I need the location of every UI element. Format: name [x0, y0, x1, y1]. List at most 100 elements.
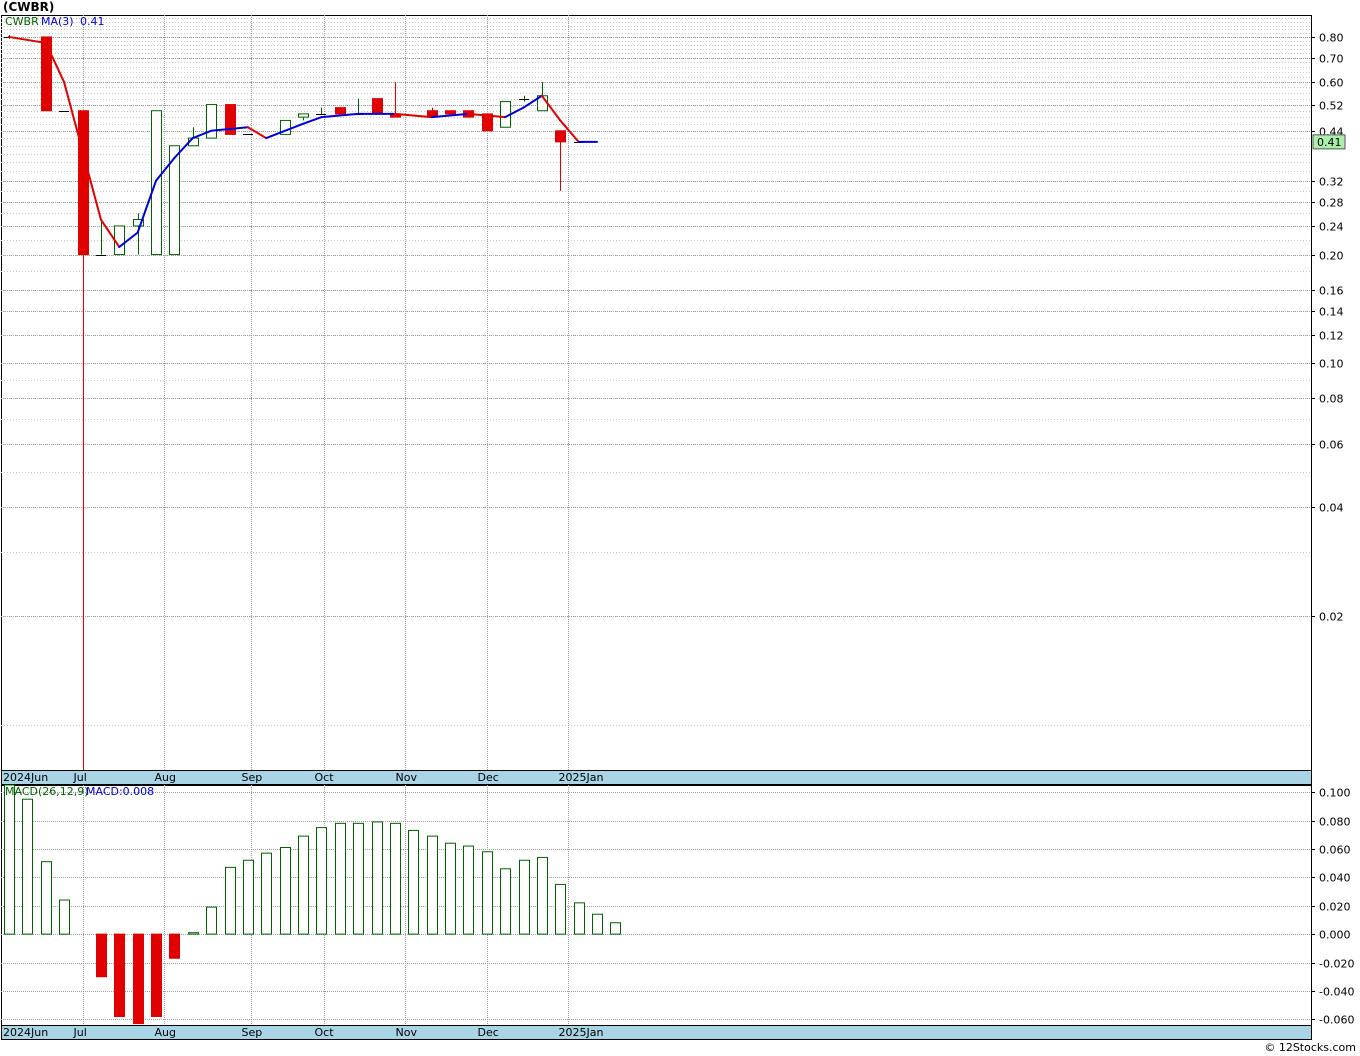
x-tick-label: Oct — [315, 771, 335, 784]
macd-bar — [96, 933, 107, 978]
macd-bar — [133, 933, 144, 1025]
macd-bar — [519, 859, 530, 935]
macd-bar — [555, 883, 566, 935]
x-tick-label: Sep — [242, 771, 263, 784]
last-price-label: 0.41 — [1317, 136, 1342, 149]
macd-bar — [592, 913, 603, 935]
legend-symbol: CWBR — [5, 15, 39, 28]
macd-x-tick-label: Jul — [73, 1026, 87, 1039]
y-tick-label: 0.52 — [1319, 100, 1344, 113]
macd-y-tick-label: 0.060 — [1319, 844, 1351, 857]
macd-bar — [151, 933, 162, 1017]
price-plot-area — [1, 15, 1312, 771]
macd-x-tick-label: Oct — [315, 1026, 335, 1039]
x-tick-label: Jul — [73, 771, 87, 784]
y-tick-label: 0.28 — [1319, 197, 1344, 210]
macd-y-tick-label: -0.020 — [1319, 958, 1354, 971]
y-tick-label: 0.24 — [1319, 221, 1344, 234]
y-tick-label: 0.10 — [1319, 358, 1344, 371]
y-tick-label: 0.04 — [1319, 502, 1344, 515]
macd-bar — [261, 852, 272, 935]
y-tick-label: 0.02 — [1319, 611, 1344, 624]
macd-legend-label: MACD(26,12,9) — [5, 785, 89, 798]
macd-bar — [280, 846, 291, 935]
macd-bar — [169, 933, 180, 959]
y-tick-label: 0.06 — [1319, 439, 1344, 452]
macd-bar — [427, 835, 438, 935]
candle — [335, 107, 346, 115]
macd-bar — [4, 784, 15, 935]
macd-x-tick-label: 2024Jun — [3, 1026, 48, 1039]
macd-bar — [22, 798, 33, 935]
stock-chart: 0.800.700.600.520.440.320.280.240.200.16… — [1, 0, 1356, 1054]
macd-bar — [445, 842, 456, 935]
candle-body — [78, 110, 89, 256]
x-tick-label: Aug — [155, 771, 176, 784]
macd-panel: 0.100 0.080 0.060 0.040 0.020 0.000 -0.020 -0.0… — [1, 784, 1354, 1040]
x-tick-label: 2025Jan — [559, 771, 604, 784]
chart-title: (CWBR) — [3, 0, 54, 14]
legend-ma-value: 0.41 — [80, 15, 105, 28]
y-tick-label: 0.70 — [1319, 53, 1344, 66]
macd-bar — [59, 899, 70, 935]
macd-bar — [610, 922, 621, 935]
macd-bar — [316, 827, 327, 935]
macd-bar — [243, 859, 254, 935]
macd-x-axis-band — [1, 1025, 1312, 1040]
macd-y-tick-label: 0.000 — [1319, 929, 1351, 942]
macd-bar — [408, 829, 419, 935]
y-tick-label: 0.08 — [1319, 393, 1344, 406]
macd-x-tick-label: Sep — [242, 1026, 263, 1039]
candle — [445, 110, 456, 115]
macd-x-tick-label: Aug — [155, 1026, 176, 1039]
candle-body — [298, 113, 309, 118]
macd-x-tick-label: Dec — [478, 1026, 499, 1039]
y-tick-label: 0.60 — [1319, 77, 1344, 90]
macd-bar — [463, 845, 474, 935]
macd-bar — [225, 866, 236, 935]
footer-credit: © 12Stocks.com — [1264, 1041, 1356, 1054]
macd-bar — [188, 932, 199, 935]
macd-y-tick-label: 0.020 — [1319, 901, 1351, 914]
macd-bar — [574, 902, 585, 935]
macd-bar — [372, 821, 383, 935]
x-tick-label: 2024Jun — [3, 771, 48, 784]
x-tick-label: Nov — [396, 771, 418, 784]
y-tick-label: 0.14 — [1319, 306, 1344, 319]
macd-y-tick-label: -0.060 — [1319, 1014, 1354, 1027]
macd-y-tick-label: -0.040 — [1319, 986, 1354, 999]
price-x-axis-band — [1, 770, 1312, 785]
candle-body — [445, 110, 456, 115]
macd-bar — [390, 822, 401, 935]
y-tick-label: 0.80 — [1319, 32, 1344, 45]
macd-bar — [353, 822, 364, 935]
y-tick-label: 0.16 — [1319, 285, 1344, 298]
macd-x-tick-label: 2025Jan — [559, 1026, 604, 1039]
candle-body — [114, 225, 125, 256]
macd-bar — [298, 835, 309, 935]
macd-y-tick-label: 0.040 — [1319, 872, 1351, 885]
legend-ma-label: MA(3) — [41, 15, 74, 28]
macd-y-tick-label: 0.100 — [1319, 787, 1351, 800]
candle — [151, 110, 162, 256]
macd-bar — [114, 933, 125, 1017]
price-panel: 0.800.700.600.520.440.320.280.240.200.16… — [1, 15, 1346, 785]
macd-bar — [482, 851, 493, 935]
macd-bar — [206, 906, 217, 935]
candle — [114, 225, 125, 256]
macd-bar — [500, 868, 511, 935]
candle-body — [555, 130, 566, 143]
candle-body — [372, 98, 383, 115]
candle — [41, 36, 52, 112]
candle-body — [41, 36, 52, 112]
macd-y-tick-label: 0.080 — [1319, 816, 1351, 829]
candle-body — [151, 110, 162, 256]
y-tick-label: 0.32 — [1319, 176, 1344, 189]
macd-legend-value: MACD:0.008 — [86, 785, 154, 798]
candle — [372, 98, 383, 115]
macd-x-tick-label: Nov — [396, 1026, 418, 1039]
candle-body — [335, 107, 346, 115]
y-tick-label: 0.12 — [1319, 330, 1344, 343]
macd-bar — [537, 856, 548, 935]
y-tick-label: 0.20 — [1319, 250, 1344, 263]
